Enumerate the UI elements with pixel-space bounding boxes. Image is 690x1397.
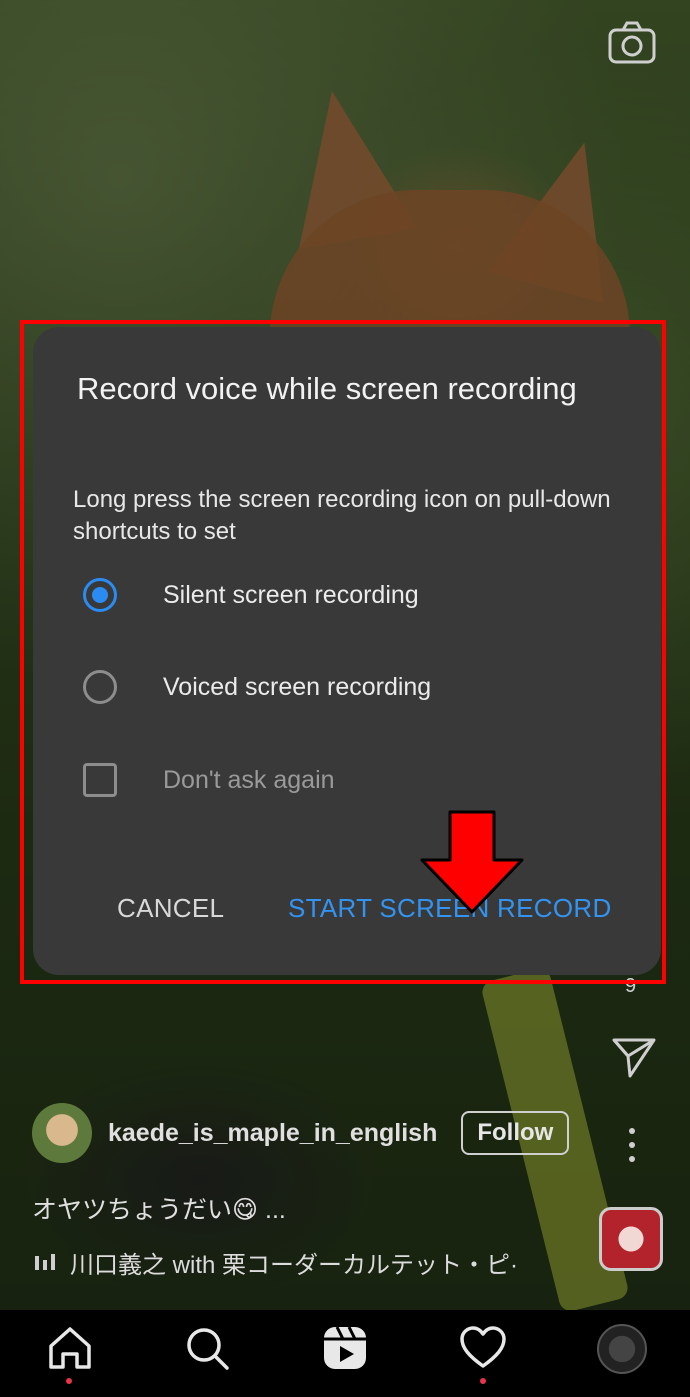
home-icon[interactable] (46, 1324, 94, 1372)
music-icon (35, 1253, 55, 1270)
music-title: 川口義之 with 栗コーダーカルテット・ピ· (70, 1252, 519, 1279)
more-icon[interactable] (624, 1125, 640, 1165)
home-notification-dot (66, 1378, 72, 1384)
follow-button[interactable]: Follow (461, 1111, 570, 1155)
heart-icon[interactable] (459, 1324, 507, 1372)
cancel-button[interactable]: CANCEL (117, 893, 224, 924)
send-icon[interactable] (610, 1036, 658, 1080)
username[interactable]: kaede_is_maple_in_english (108, 1119, 437, 1148)
activity-notification-dot (480, 1378, 486, 1384)
camera-icon[interactable] (607, 20, 657, 66)
audio-thumbnail[interactable] (599, 1207, 663, 1271)
arrow-down-icon (420, 810, 524, 914)
avatar[interactable] (32, 1103, 92, 1163)
post-user-row: kaede_is_maple_in_english Follow (32, 1103, 570, 1163)
bottom-nav (0, 1310, 690, 1397)
profile-avatar[interactable] (597, 1324, 647, 1374)
highlight-box (20, 320, 666, 984)
post-caption[interactable]: オヤツちょうだい😋 ... (32, 1190, 286, 1226)
reels-icon[interactable] (321, 1324, 369, 1372)
music-info[interactable]: 川口義之 with 栗コーダーカルテット・ピ· (34, 1245, 574, 1280)
search-icon[interactable] (183, 1324, 231, 1372)
